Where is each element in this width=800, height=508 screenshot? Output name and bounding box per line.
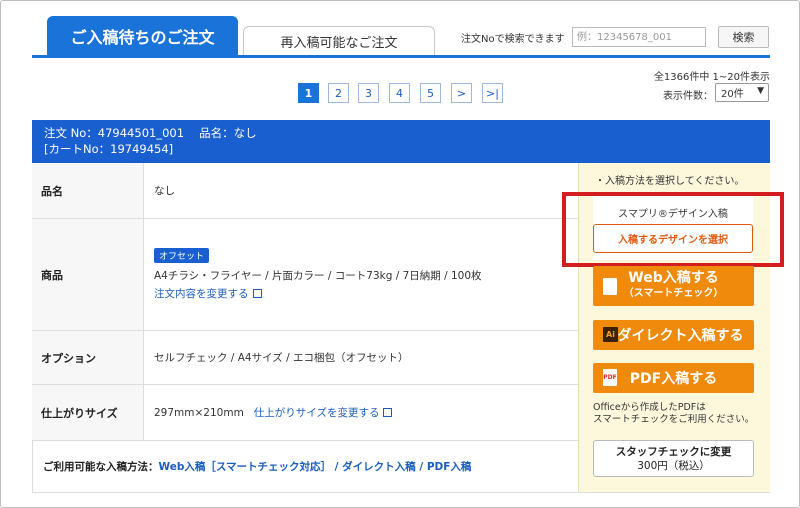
staff-check-title: スタッフチェックに変更 — [615, 445, 732, 458]
per-page-value: 20件 — [721, 89, 744, 100]
row-value: なし — [154, 163, 175, 218]
option-value: セルフチェック / A4サイズ / エコ梱包（オフセット） — [154, 352, 409, 364]
row-name: 品名 なし — [32, 163, 578, 219]
row-value: セルフチェック / A4サイズ / エコ梱包（オフセット） — [154, 331, 408, 384]
direct-submit-label: ダイレクト入稿する — [617, 328, 744, 344]
row-product: 商品 オフセット A4チラシ・フライヤー / 片面カラー / コート73kg /… — [32, 219, 578, 331]
cart-number-line: [カートNo：19749454] — [44, 142, 174, 156]
row-size: 仕上がりサイズ 297mm×210mm 仕上がりサイズを変更する — [32, 385, 578, 440]
external-link-icon — [252, 289, 262, 298]
search-button[interactable]: 検索 — [718, 26, 769, 48]
next-page-button[interactable]: > — [451, 83, 472, 103]
tab-resubmittable-orders[interactable]: 再入稿可能なご注文 — [243, 26, 435, 56]
document-icon — [603, 278, 617, 295]
page-5-button[interactable]: 5 — [420, 83, 441, 103]
row-value: オフセット A4チラシ・フライヤー / 片面カラー / コート73kg / 7日… — [154, 219, 482, 330]
highlight-box — [562, 192, 784, 267]
row-option: オプション セルフチェック / A4サイズ / エコ梱包（オフセット） — [32, 331, 578, 385]
page-4-button[interactable]: 4 — [389, 83, 410, 103]
size-value: 297mm×210mm — [154, 406, 244, 419]
pdf-submit-button[interactable]: PDF PDF入稿する — [593, 363, 754, 393]
tab-underline — [32, 55, 770, 58]
available-methods-row: ご利用可能な入稿方法： Web入稿［スマートチェック対応］ / ダイレクト入稿 … — [32, 440, 578, 492]
change-order-link[interactable]: 注文内容を変更する — [154, 288, 249, 300]
product-spec: A4チラシ・フライヤー / 片面カラー / コート73kg / 7日納期 / 1… — [154, 270, 482, 282]
staff-check-price: 300円（税込） — [637, 459, 710, 472]
search-label: 注文Noで検索できます — [461, 34, 565, 45]
direct-submit-button[interactable]: Ai ダイレクト入稿する — [593, 320, 754, 350]
per-page-select[interactable]: 20件 ▼ — [715, 83, 769, 102]
tab-pending-orders[interactable]: ご入稿待ちのご注文 — [47, 16, 238, 56]
change-size-link[interactable]: 仕上がりサイズを変更する — [254, 405, 380, 420]
chevron-down-icon: ▼ — [757, 86, 764, 96]
calendar-icon — [383, 408, 393, 417]
web-submit-sublabel: （スマートチェック） — [623, 288, 724, 299]
order-header: 注文 No：47944501_001 品名：なし [カートNo：19749454… — [32, 120, 770, 163]
web-submit-label: Web入稿する — [628, 270, 719, 286]
pdf-note-line1: Officeから作成したPDFは — [593, 402, 706, 413]
row-label: 品名 — [32, 163, 144, 218]
row-label: オプション — [32, 331, 144, 384]
pdf-icon: PDF — [603, 369, 617, 386]
per-page-label: 表示件数： — [663, 91, 713, 102]
pdf-submit-label: PDF入稿する — [629, 371, 718, 387]
staff-check-button[interactable]: スタッフチェックに変更 300円（税込） — [593, 440, 754, 477]
name-value: なし — [154, 185, 175, 197]
offset-badge: オフセット — [154, 248, 210, 263]
pdf-note-line2: スマートチェックをご利用ください。 — [593, 414, 755, 425]
row-label: 仕上がりサイズ — [32, 385, 144, 440]
table-border-bottom — [32, 492, 770, 493]
pdf-note: Officeから作成したPDFは スマートチェックをご利用ください。 — [593, 402, 754, 426]
methods-label: ご利用可能な入稿方法： — [43, 461, 159, 473]
web-submit-button[interactable]: Web入稿する （スマートチェック） — [593, 266, 754, 306]
submission-instruction: ・入稿方法を選択してください。 — [595, 176, 745, 187]
order-search-input[interactable] — [572, 27, 706, 47]
page-3-button[interactable]: 3 — [358, 83, 379, 103]
last-page-button[interactable]: >| — [482, 83, 503, 103]
methods-value: Web入稿［スマートチェック対応］ / ダイレクト入稿 / PDF入稿 — [158, 461, 472, 473]
page-2-button[interactable]: 2 — [328, 83, 349, 103]
illustrator-icon: Ai — [603, 327, 618, 342]
order-number-line: 注文 No：47944501_001 品名：なし — [44, 126, 257, 140]
row-label: 商品 — [32, 219, 144, 330]
results-count: 全1366件中 1~20件表示 — [653, 72, 770, 83]
page-1-button[interactable]: 1 — [298, 83, 319, 103]
row-value: 297mm×210mm 仕上がりサイズを変更する — [154, 385, 393, 440]
